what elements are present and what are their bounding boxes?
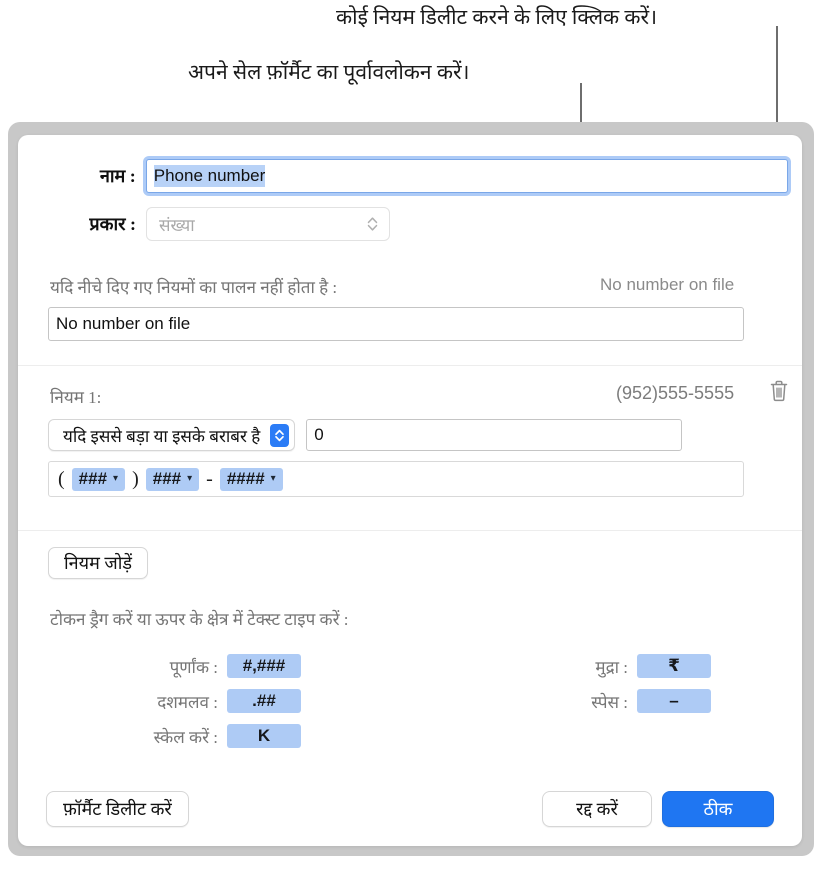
cancel-button[interactable]: रद्द करें: [542, 791, 652, 827]
chevron-updown-icon: [366, 214, 379, 234]
ok-label: ठीक: [703, 799, 733, 819]
chevron-updown-icon: [270, 423, 290, 447]
name-input[interactable]: Phone number: [145, 159, 788, 193]
ok-button[interactable]: ठीक: [662, 791, 774, 827]
name-row: नाम : Phone number: [48, 159, 788, 193]
token-hint-label: टोकन ड्रैग करें या ऊपर के क्षेत्र में टे…: [50, 610, 349, 629]
divider-top: [18, 365, 802, 366]
format-literal: (: [58, 467, 65, 490]
chevron-down-icon: ▾: [113, 473, 119, 484]
chevron-down-icon: ▾: [187, 473, 193, 484]
rule-format-field[interactable]: ( ### ▾ ) ### ▾ - #### ▾: [48, 461, 744, 497]
palette-row-decimal: दशमलव : .##: [128, 689, 301, 713]
fallback-input-value: No number on file: [56, 314, 191, 333]
type-label: प्रकार :: [89, 214, 136, 234]
fallback-label: यदि नीचे दिए गए नियमों का पालन नहीं होता…: [50, 278, 338, 297]
delete-format-button[interactable]: फ़ॉर्मैट डिलीट करें: [46, 791, 189, 827]
format-token-area-code[interactable]: ### ▾: [71, 467, 126, 491]
rule-threshold-input[interactable]: 0: [306, 419, 683, 451]
palette-label-decimal: दशमलव :: [157, 692, 218, 712]
rule-threshold-value: 0: [314, 425, 324, 444]
palette-token-currency[interactable]: ₹: [637, 654, 711, 678]
format-token-label: ###: [152, 469, 182, 488]
type-row: प्रकार : संख्या: [48, 207, 390, 241]
divider-bottom: [18, 530, 802, 531]
palette-row-currency: मुद्रा : ₹: [558, 654, 711, 678]
type-select[interactable]: संख्या: [146, 207, 390, 241]
cancel-label: रद्द करें: [576, 799, 618, 819]
format-token-label: ###: [78, 469, 108, 488]
palette-token-scale[interactable]: K: [227, 724, 301, 748]
trash-icon: [768, 379, 790, 408]
cell-format-dialog: नाम : Phone number प्रकार : संख्या यदि न…: [18, 135, 802, 846]
type-select-value: संख्या: [159, 215, 195, 235]
palette-token-integer[interactable]: #,###: [227, 654, 301, 678]
palette-label-space: स्पेस :: [591, 692, 628, 712]
fallback-input[interactable]: No number on file: [48, 307, 744, 341]
format-token-prefix[interactable]: ### ▾: [145, 467, 200, 491]
palette-token-space[interactable]: –: [637, 689, 711, 713]
palette-row-scale: स्केल करें : K: [128, 724, 301, 748]
palette-label-currency: मुद्रा :: [595, 657, 628, 677]
palette-row-integer: पूर्णांक : #,###: [128, 654, 301, 678]
add-rule-label: नियम जोड़ें: [64, 553, 133, 573]
palette-token-decimal[interactable]: .##: [227, 689, 301, 713]
format-literal: -: [206, 467, 213, 490]
rule-condition-row: यदि इससे बड़ा या इसके बराबर है 0: [48, 419, 683, 451]
name-input-value: Phone number: [153, 165, 266, 187]
format-token-line-number[interactable]: #### ▾: [219, 467, 283, 491]
palette-row-space: स्पेस : –: [558, 689, 711, 713]
name-label: नाम :: [99, 166, 136, 186]
delete-format-label: फ़ॉर्मैट डिलीट करें: [63, 799, 172, 819]
chevron-down-icon: ▾: [270, 473, 276, 484]
format-token-label: ####: [226, 469, 265, 488]
annotation-preview-format: अपने सेल फ़ॉर्मैट का पूर्वावलोकन करें।: [188, 60, 470, 84]
palette-label-integer: पूर्णांक :: [169, 657, 218, 677]
rule-condition-select[interactable]: यदि इससे बड़ा या इसके बराबर है: [48, 419, 296, 451]
fallback-preview: No number on file: [600, 275, 735, 294]
format-literal: ): [132, 467, 139, 490]
delete-rule-button[interactable]: [763, 377, 795, 409]
palette-label-scale: स्केल करें :: [153, 727, 218, 747]
rule-label: नियम 1:: [50, 388, 102, 407]
rule-condition-value: यदि इससे बड़ा या इसके बराबर है: [63, 426, 261, 446]
add-rule-button[interactable]: नियम जोड़ें: [48, 547, 149, 579]
annotation-delete-rule: कोई नियम डिलीट करने के लिए क्लिक करें।: [336, 5, 658, 29]
rule-preview: (952)555-5555: [616, 383, 735, 403]
